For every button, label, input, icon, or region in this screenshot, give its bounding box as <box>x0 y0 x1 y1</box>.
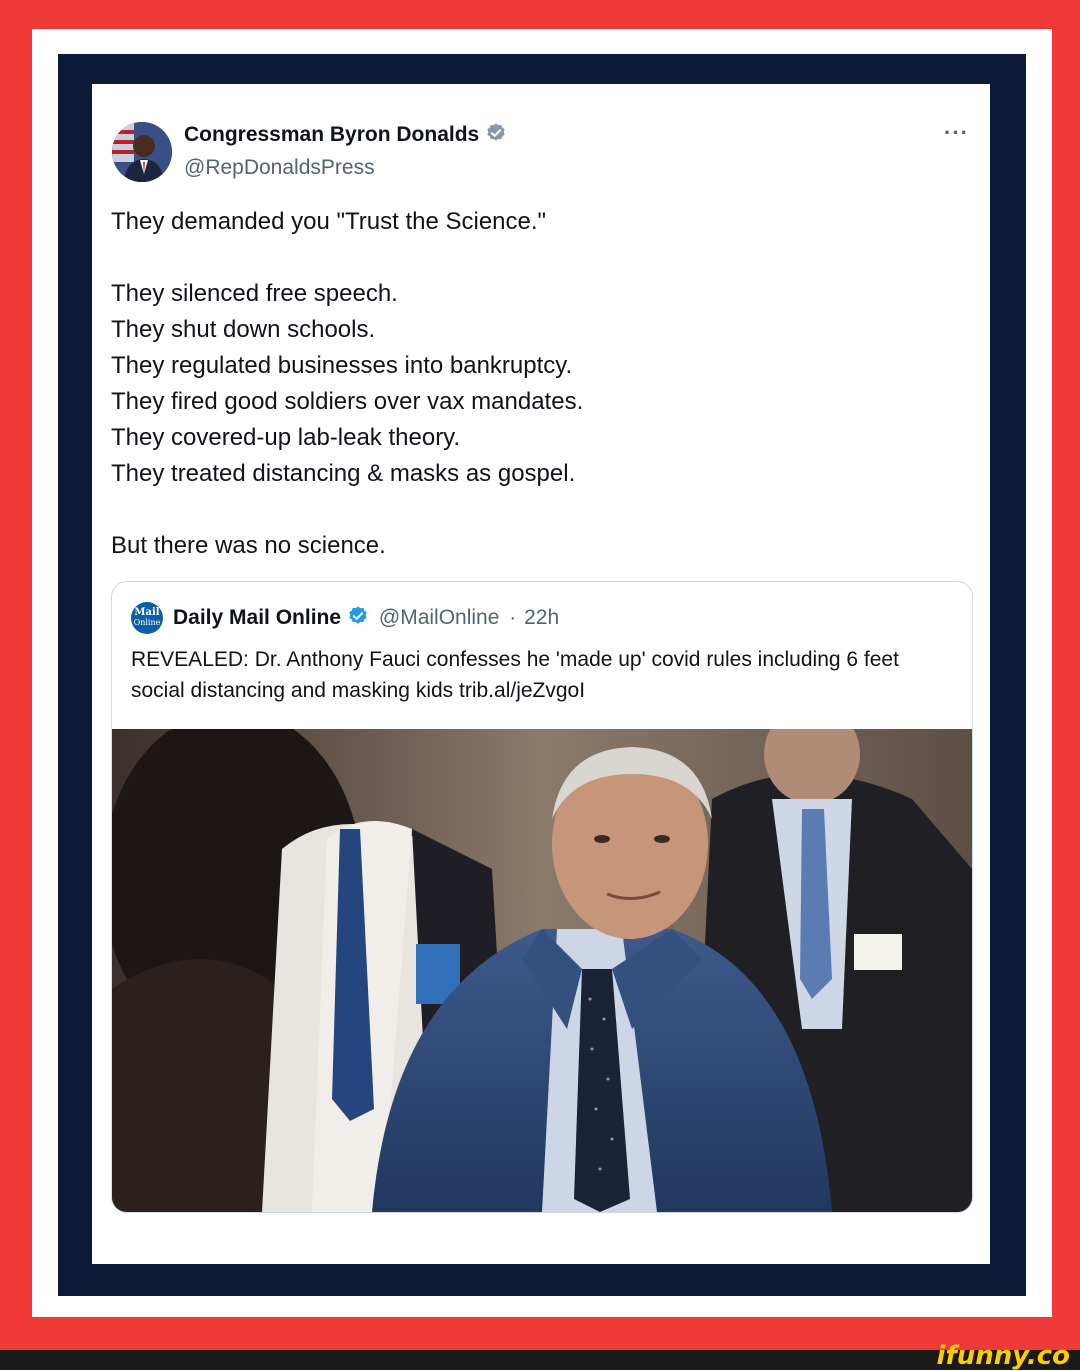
tweet-line: They silenced free speech. <box>111 280 398 307</box>
quoted-avatar-top-text: Mail <box>134 607 160 618</box>
quoted-avatar[interactable]: Mail Online <box>131 602 163 634</box>
tweet-body: They demanded you "Trust the Science." T… <box>111 204 971 564</box>
quoted-tweet-text: REVEALED: Dr. Anthony Fauci confesses he… <box>131 648 899 702</box>
quoted-author-name[interactable]: Daily Mail Online <box>173 606 341 629</box>
tweet-line: They treated distancing & masks as gospe… <box>111 460 576 487</box>
tweet-line: But there was no science. <box>111 532 386 559</box>
tweet-card[interactable]: Congressman Byron Donalds @RepDonaldsPre… <box>92 84 990 1264</box>
tweet-line: They fired good soldiers over vax mandat… <box>111 388 584 415</box>
author-name-text[interactable]: Congressman Byron Donalds <box>184 123 479 146</box>
verified-badge-icon <box>487 123 505 141</box>
author-name[interactable]: Congressman Byron Donalds <box>184 122 507 147</box>
meta-separator: · <box>509 606 517 629</box>
quoted-tweet-card[interactable]: Mail Online Daily Mail Online @MailOnlin… <box>111 581 973 1213</box>
quoted-handle[interactable]: @MailOnline <box>379 606 500 629</box>
tweet-line: They demanded you "Trust the Science." <box>111 208 547 235</box>
quoted-tweet-header: Daily Mail Online @MailOnline · 22h <box>173 605 559 630</box>
quoted-timestamp[interactable]: 22h <box>524 606 559 629</box>
author-handle[interactable]: @RepDonaldsPress <box>184 156 375 180</box>
ifunny-watermark-logo: ifunny.co <box>936 1341 1070 1371</box>
watermark-bar: ifunny.co <box>0 1342 1080 1370</box>
tweet-line: They regulated businesses into bankruptc… <box>111 352 573 379</box>
tweet-line: They covered-up lab-leak theory. <box>111 424 461 451</box>
tweet-line: They shut down schools. <box>111 316 376 343</box>
author-avatar[interactable] <box>112 122 172 182</box>
more-options-icon[interactable]: ··· <box>944 120 969 146</box>
quoted-avatar-bottom-text: Online <box>133 618 161 627</box>
verified-badge-icon <box>349 606 367 624</box>
quoted-tweet-photo[interactable] <box>112 729 972 1212</box>
